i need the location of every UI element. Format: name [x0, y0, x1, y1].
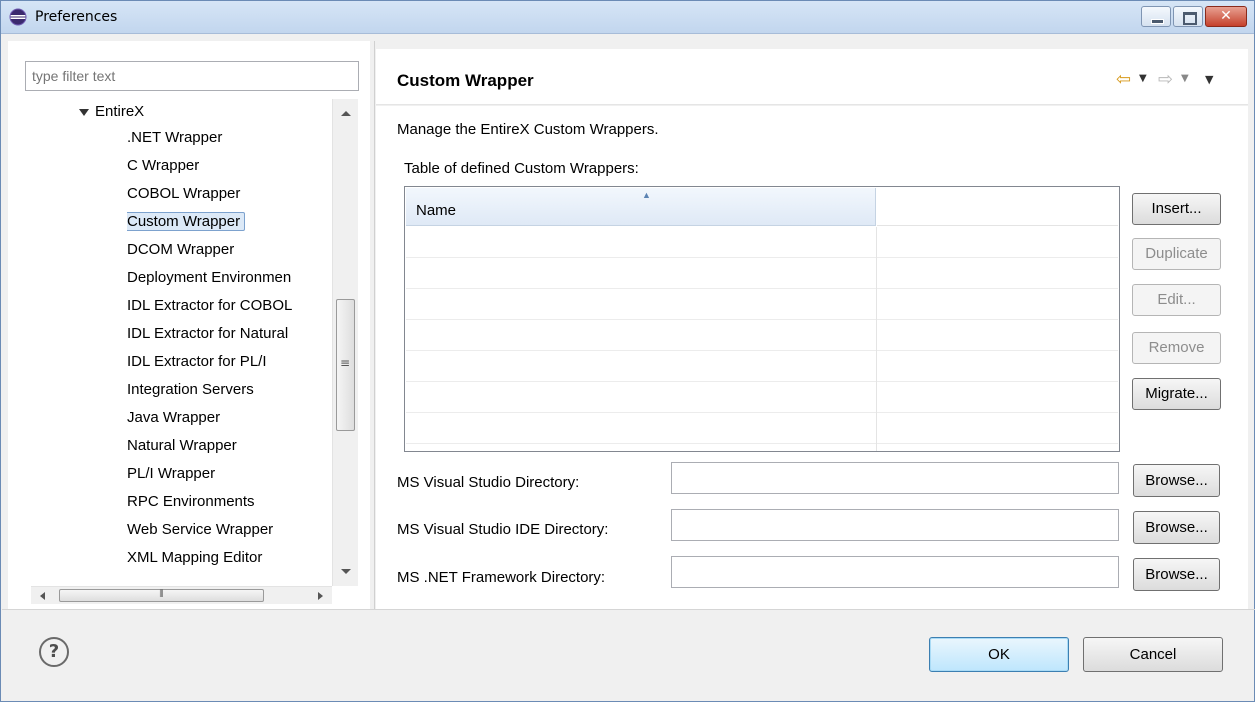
tree-horizontal-scrollbar[interactable]: ⦀ [31, 586, 332, 604]
ms-visual-studio-ide-dir-input[interactable] [671, 509, 1119, 541]
tree-item[interactable]: PL/I Wrapper [127, 461, 363, 487]
ok-button[interactable]: OK [929, 637, 1069, 672]
tree-item[interactable]: IDL Extractor for COBOL [127, 293, 363, 319]
ms-visual-studio-dir-label: MS Visual Studio Directory: [397, 474, 580, 491]
view-menu-icon[interactable]: ▼ [1205, 73, 1213, 86]
tree-vertical-scrollbar[interactable] [332, 99, 358, 586]
tree-node-entirex[interactable]: EntireX [79, 99, 144, 125]
page-header: Custom Wrapper ⇦ ▼ ⇨ ▼ ▼ [376, 49, 1248, 105]
tree-item[interactable]: DCOM Wrapper [127, 237, 363, 263]
page-body: Manage the EntireX Custom Wrappers. Tabl… [376, 106, 1248, 609]
tree-item[interactable]: XML Mapping Editor [127, 545, 363, 571]
tree-item[interactable]: Integration Servers [127, 377, 363, 403]
table-row[interactable] [406, 351, 1118, 382]
window-title: Preferences [35, 9, 118, 25]
tree-item-selected[interactable]: Custom Wrapper [127, 209, 363, 235]
close-button[interactable]: ✕ [1205, 6, 1247, 27]
tree-item[interactable]: IDL Extractor for Natural [127, 321, 363, 347]
tree-item[interactable]: Java Wrapper [127, 405, 363, 431]
ms-visual-studio-ide-dir-label: MS Visual Studio IDE Directory: [397, 521, 609, 538]
forward-arrow-icon[interactable]: ⇨ [1158, 69, 1173, 90]
scroll-down-icon[interactable] [341, 569, 351, 574]
page-title: Custom Wrapper [397, 71, 534, 90]
scroll-left-icon[interactable] [40, 592, 45, 600]
table-row[interactable] [406, 413, 1118, 444]
migrate-button[interactable]: Migrate... [1132, 378, 1221, 410]
eclipse-icon [9, 8, 27, 26]
tree-item[interactable]: COBOL Wrapper [127, 181, 363, 207]
ms-net-framework-dir-label: MS .NET Framework Directory: [397, 569, 606, 586]
tree-item[interactable]: .NET Wrapper [127, 125, 363, 151]
browse-vs-ide-dir-button[interactable]: Browse... [1133, 511, 1220, 544]
scroll-thumb-horizontal[interactable]: ⦀ [59, 589, 264, 602]
duplicate-button[interactable]: Duplicate [1132, 238, 1221, 270]
table-row[interactable] [406, 320, 1118, 351]
scroll-up-icon[interactable] [341, 111, 351, 116]
expanded-arrow-icon[interactable] [79, 108, 89, 116]
tree-item[interactable]: RPC Environments [127, 489, 363, 515]
tree-item[interactable]: C Wrapper [127, 153, 363, 179]
custom-wrappers-table[interactable]: Name ▲ [404, 186, 1120, 452]
back-dropdown-icon[interactable]: ▼ [1139, 73, 1147, 84]
sort-ascending-icon: ▲ [642, 190, 651, 200]
preference-tree: EntireX .NET Wrapper C Wrapper COBOL Wra… [31, 99, 331, 586]
table-row[interactable] [406, 258, 1118, 289]
browse-net-dir-button[interactable]: Browse... [1133, 558, 1220, 591]
footer-separator [2, 609, 1255, 610]
remove-button[interactable]: Remove [1132, 332, 1221, 364]
forward-dropdown-icon[interactable]: ▼ [1181, 73, 1189, 84]
tree-item[interactable]: Natural Wrapper [127, 433, 363, 459]
table-row[interactable] [406, 289, 1118, 320]
table-row[interactable] [406, 382, 1118, 413]
close-icon: ✕ [1220, 8, 1232, 24]
tree-item[interactable]: Web Service Wrapper [127, 517, 363, 543]
back-arrow-icon[interactable]: ⇦ [1116, 69, 1131, 90]
tree-item[interactable]: Deployment Environmen [127, 265, 363, 291]
filter-input[interactable] [25, 61, 359, 91]
ms-net-framework-dir-input[interactable] [671, 556, 1119, 588]
browse-vs-dir-button[interactable]: Browse... [1133, 464, 1220, 497]
cancel-button[interactable]: Cancel [1083, 637, 1223, 672]
scroll-right-icon[interactable] [318, 592, 323, 600]
insert-button[interactable]: Insert... [1132, 193, 1221, 225]
scroll-thumb[interactable] [336, 299, 355, 431]
tree-item[interactable]: IDL Extractor for PL/I [127, 349, 363, 375]
ms-visual-studio-dir-input[interactable] [671, 462, 1119, 494]
edit-button[interactable]: Edit... [1132, 284, 1221, 316]
pane-divider[interactable] [374, 41, 375, 609]
title-bar: Preferences ✕ [1, 1, 1254, 34]
column-separator [876, 227, 877, 451]
preferences-window: Preferences ✕ EntireX .NET Wrapper C Wra… [0, 0, 1255, 702]
page-description: Manage the EntireX Custom Wrappers. [397, 121, 659, 138]
table-row[interactable] [406, 227, 1118, 258]
help-icon[interactable]: ? [39, 637, 69, 667]
column-header-empty [877, 188, 1118, 226]
tree-node-label: EntireX [95, 103, 145, 120]
minimize-button[interactable] [1141, 6, 1171, 27]
table-label: Table of defined Custom Wrappers: [404, 160, 639, 177]
maximize-button[interactable] [1173, 6, 1203, 27]
column-header-name[interactable]: Name ▲ [406, 188, 876, 226]
